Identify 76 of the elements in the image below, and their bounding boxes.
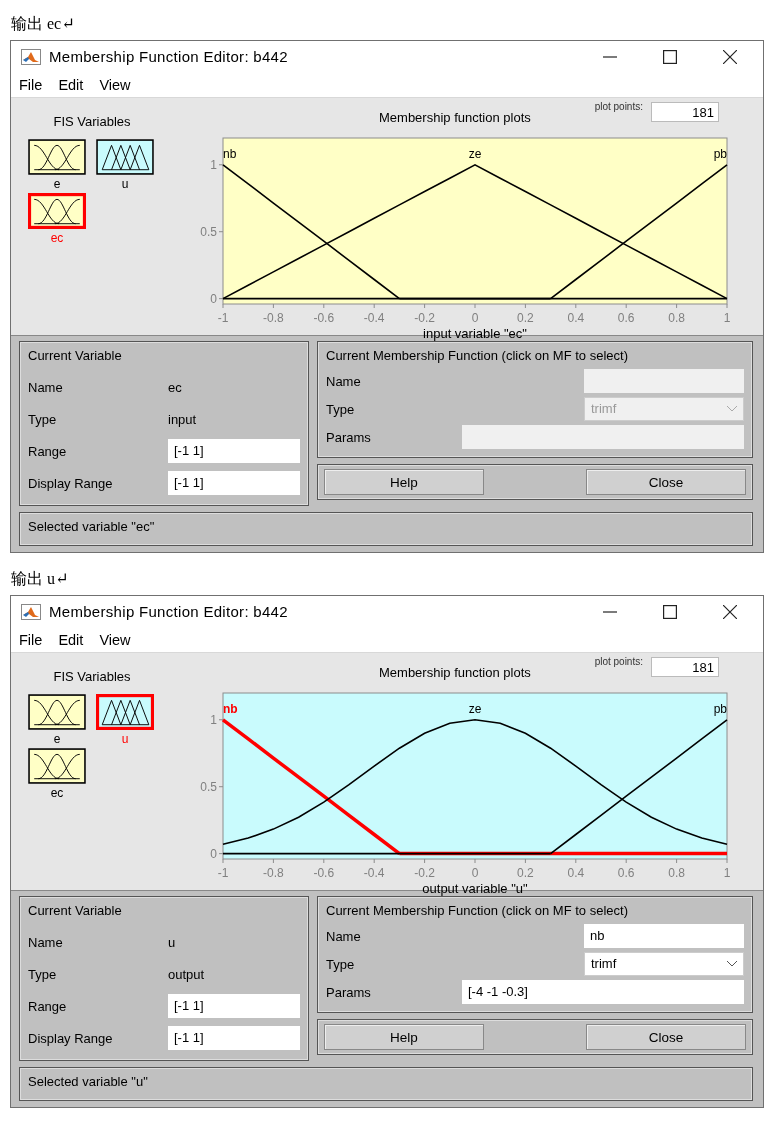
x-tick-label: -0.6 [313,311,335,325]
y-tick-label: 0 [210,291,217,306]
x-tick-label: -0.4 [363,311,385,325]
x-tick-label: -0.4 [363,866,385,880]
status-text: Selected variable "u" [28,1074,148,1089]
field-label: Display Range [28,1030,114,1046]
curve-label: nb [223,701,238,716]
curve-label: nb [223,146,237,161]
x-tick-label: -0.8 [263,311,284,325]
variable-value: u [168,934,177,950]
x-tick-label: -1 [217,866,229,880]
x-tick-label: -1 [217,311,229,325]
field-label: Name [28,934,64,950]
x-tick-label: 0.6 [617,311,635,325]
panel-heading: Current Variable [28,903,123,918]
fis-variables-heading: FIS Variables [52,114,132,129]
x-tick-label: 1 [723,311,731,325]
x-tick-label: 0 [471,866,479,880]
field-label: Params [326,429,371,445]
variable-value: output [168,966,206,982]
field-label: Name [326,928,361,944]
curve-label: ze [468,146,482,161]
field-label: Range [28,443,68,459]
field-label: Params [326,984,371,1000]
x-tick-label: 0.4 [567,866,585,880]
y-tick-label: 0 [210,846,217,861]
field-label: Type [28,966,58,982]
x-tick-label: -0.2 [414,311,435,325]
document-caption: 输出 u↵ [11,569,70,589]
variable-label: e [53,177,61,191]
y-tick-label: 0.5 [200,779,217,794]
panel-heading: Current Variable [28,348,123,363]
x-axis-label: input variable "ec" [423,326,527,341]
chart-title: Membership function plots [379,665,531,680]
document-caption: 输出 ec↵ [11,14,76,34]
x-tick-label: 0.4 [567,311,585,325]
variable-label: ec [50,231,64,245]
fis-variables-heading: FIS Variables [52,669,132,684]
curve-label: pb [713,146,727,161]
variable-value: input [168,411,198,427]
chart-title: Membership function plots [379,110,531,125]
field-label: Type [326,401,355,417]
variable-label: e [53,732,61,746]
x-tick-label: -0.8 [263,866,284,880]
x-tick-label: 0.8 [668,866,685,880]
panel-heading: Current Membership Function (click on MF to select) [326,903,629,918]
curve-label: ze [468,701,482,716]
x-tick-label: 0.2 [517,866,534,880]
x-tick-label: -0.6 [313,866,335,880]
window-title: Membership Function Editor: b442 [49,603,288,620]
status-text: Selected variable "ec" [28,519,155,534]
y-tick-label: 0.5 [200,224,217,239]
field-label: Type [28,411,58,427]
field-label: Display Range [28,475,114,491]
field-label: Name [28,379,64,395]
field-label: Name [326,373,361,389]
y-tick-label: 1 [210,157,217,172]
x-tick-label: 0.2 [517,311,534,325]
panel-heading: Current Membership Function (click on MF to select) [326,348,629,363]
x-tick-label: 0.8 [668,311,685,325]
x-tick-label: 1 [723,866,731,880]
x-tick-label: 0.6 [617,866,635,880]
field-label: Range [28,998,68,1014]
x-tick-label: -0.2 [414,866,435,880]
curve-label: pb [713,701,727,716]
window-title: Membership Function Editor: b442 [49,48,288,65]
x-axis-label: output variable "u" [422,881,528,896]
variable-value: ec [168,379,183,395]
plot-points-label: plot points: [594,657,643,667]
field-label: Type [326,956,355,972]
plot-points-label: plot points: [594,102,643,112]
variable-label: u [121,177,129,191]
variable-label: u [121,732,129,746]
variable-label: ec [50,786,64,800]
x-tick-label: 0 [471,311,479,325]
y-tick-label: 1 [210,712,217,727]
